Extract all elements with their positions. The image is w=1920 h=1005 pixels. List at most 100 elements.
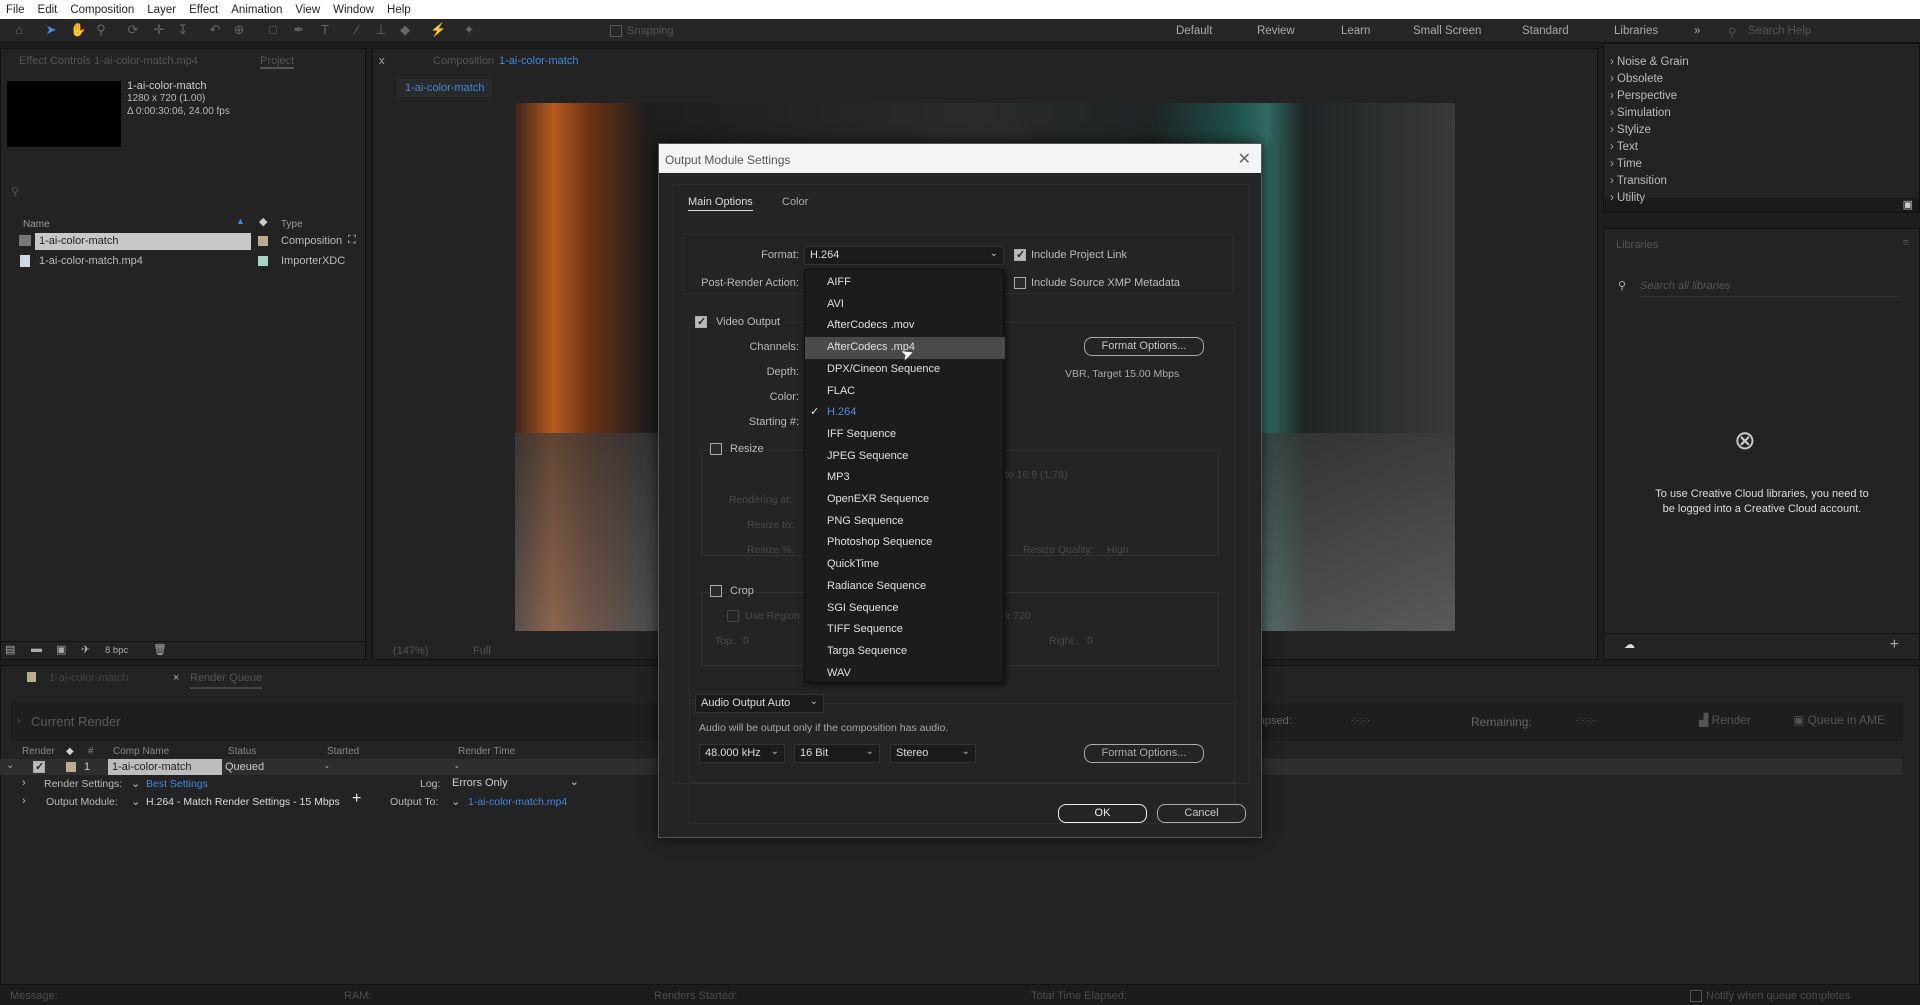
log-dropdown[interactable]: Errors Only ⌄ <box>448 775 583 791</box>
effect-category[interactable]: Text <box>1610 141 1638 153</box>
project-item-row[interactable]: 1-ai-color-match Composition ⛶ <box>17 233 361 250</box>
panel-menu-icon[interactable]: ≡ <box>1903 237 1909 249</box>
header-number[interactable]: # <box>88 746 94 757</box>
format-option[interactable]: JPEG Sequence <box>805 446 1005 468</box>
rectangle-tool-icon[interactable]: □ <box>266 23 280 37</box>
resolution-dropdown[interactable]: Full <box>473 645 491 657</box>
header-status[interactable]: Status <box>228 746 256 757</box>
include-project-link-checkbox[interactable] <box>1014 248 1026 261</box>
menu-layer[interactable]: Layer <box>147 4 176 16</box>
add-output-module-icon[interactable]: + <box>352 790 361 808</box>
menu-window[interactable]: Window <box>333 4 374 16</box>
collapse-chevron-icon[interactable]: ⌄ <box>6 760 14 771</box>
effect-category[interactable]: Utility <box>1610 192 1645 204</box>
tab-color[interactable]: Color <box>782 196 808 208</box>
puppet-tool-icon[interactable]: ✦ <box>462 23 476 37</box>
tab-main-options[interactable]: Main Options <box>688 196 753 211</box>
format-option[interactable]: AfterCodecs .mov <box>805 315 1005 337</box>
header-started[interactable]: Started <box>327 746 359 757</box>
resize-checkbox[interactable] <box>710 443 722 455</box>
format-option[interactable]: OpenEXR Sequence <box>805 489 1005 511</box>
anchor-tool-icon[interactable]: ⊕ <box>232 23 246 37</box>
cancel-button[interactable]: Cancel <box>1157 804 1246 823</box>
workspace-learn[interactable]: Learn <box>1341 25 1370 37</box>
use-region-checkbox[interactable] <box>727 610 739 622</box>
menu-composition[interactable]: Composition <box>70 4 134 16</box>
tab-project[interactable]: Project <box>260 55 295 69</box>
selection-tool-icon[interactable]: ➤ <box>44 23 58 37</box>
new-bin-icon[interactable]: ▣ <box>1903 198 1913 211</box>
format-option[interactable]: FLAC <box>805 381 1005 403</box>
trash-icon[interactable]: 🗑 <box>153 643 167 656</box>
format-option[interactable]: PNG Sequence <box>805 511 1005 533</box>
zoom-tool-icon[interactable]: ⚲ <box>94 23 108 37</box>
tab-effect-controls[interactable]: Effect Controls 1-ai-color-match.mp4 <box>19 55 198 67</box>
snapping-checkbox[interactable] <box>610 25 622 37</box>
hand-tool-icon[interactable]: ✋ <box>70 23 86 37</box>
more-workspaces-icon[interactable]: » <box>1694 25 1700 37</box>
label-color-swatch[interactable] <box>258 236 268 246</box>
effect-category[interactable]: Stylize <box>1610 124 1651 136</box>
pen-tool-icon[interactable]: ✒ <box>292 23 306 37</box>
composition-tab-prefix[interactable]: Composition <box>433 55 494 67</box>
effect-category[interactable]: Simulation <box>1610 107 1671 119</box>
audio-format-options-button[interactable]: Format Options... <box>1084 744 1204 763</box>
menu-animation[interactable]: Animation <box>231 4 282 16</box>
interpret-footage-icon[interactable]: ▤ <box>5 643 15 656</box>
expand-chevron-icon[interactable]: › <box>22 777 26 789</box>
menu-file[interactable]: File <box>6 4 25 16</box>
effect-category[interactable]: Perspective <box>1610 90 1677 102</box>
format-option[interactable]: ✓ H.264 <box>805 402 1005 424</box>
home-icon[interactable]: ⌂ <box>12 23 26 37</box>
library-search-input[interactable]: Search all libraries <box>1640 280 1900 297</box>
render-button[interactable]: ▟ Render <box>1699 713 1751 727</box>
format-option[interactable]: AIFF <box>805 272 1005 294</box>
column-type[interactable]: Type <box>281 219 303 230</box>
roto-brush-icon[interactable]: ⚡ <box>430 23 446 37</box>
sort-ascending-icon[interactable]: ▲ <box>236 216 245 226</box>
queue-in-ame-button[interactable]: ▣ Queue in AME <box>1793 713 1885 727</box>
comp-name[interactable]: 1-ai-color-match <box>127 80 206 92</box>
cloud-sync-icon[interactable]: ☁ <box>1624 638 1635 651</box>
workspace-default[interactable]: Default <box>1176 25 1212 37</box>
clone-stamp-icon[interactable]: ⊥ <box>374 23 388 37</box>
render-checkbox[interactable] <box>33 760 45 773</box>
add-library-icon[interactable]: + <box>1890 636 1899 654</box>
format-option[interactable]: MP3 <box>805 467 1005 489</box>
effect-category[interactable]: Transition <box>1610 175 1667 187</box>
effect-category[interactable]: Obsolete <box>1610 73 1663 85</box>
menu-edit[interactable]: Edit <box>38 4 58 16</box>
format-option[interactable]: AVI <box>805 294 1005 316</box>
format-option[interactable]: QuickTime <box>805 554 1005 576</box>
format-option[interactable]: TIFF Sequence <box>805 619 1005 641</box>
adobe-dynamic-link-icon[interactable]: ✈ <box>81 643 90 656</box>
ok-button[interactable]: OK <box>1058 804 1147 823</box>
render-settings-link[interactable]: Best Settings <box>146 778 208 790</box>
crop-checkbox[interactable] <box>710 585 722 597</box>
label-color-swatch[interactable] <box>66 762 76 772</box>
chevron-down-icon[interactable]: ⌄ <box>131 795 140 808</box>
notify-checkbox[interactable] <box>1690 990 1702 1002</box>
expand-chevron-icon[interactable]: › <box>22 795 26 807</box>
composition-tab-name[interactable]: 1-ai-color-match <box>499 55 578 67</box>
new-folder-icon[interactable]: ▬ <box>31 643 42 655</box>
eraser-tool-icon[interactable]: ◆ <box>398 23 412 37</box>
chevron-down-icon[interactable]: ⌄ <box>451 795 460 808</box>
workspace-standard[interactable]: Standard <box>1522 25 1569 37</box>
label-color-swatch[interactable] <box>258 256 268 266</box>
pan-tool-icon[interactable]: ✛ <box>152 23 166 37</box>
header-render-time[interactable]: Render Time <box>458 746 515 757</box>
type-tool-icon[interactable]: T <box>318 23 332 37</box>
format-option[interactable]: Radiance Sequence <box>805 576 1005 598</box>
include-xmp-checkbox[interactable] <box>1014 277 1026 289</box>
format-option[interactable]: IFF Sequence <box>805 424 1005 446</box>
workspace-libraries[interactable]: Libraries <box>1614 25 1658 37</box>
format-dropdown[interactable]: H.264 ⌄ <box>804 246 1004 265</box>
tab-render-queue[interactable]: Render Queue <box>190 672 263 689</box>
flowchart-icon[interactable]: ⛶ <box>348 234 356 247</box>
dolly-tool-icon[interactable]: ↧ <box>176 23 190 37</box>
bit-depth-button[interactable]: 8 bpc <box>105 645 128 656</box>
menu-view[interactable]: View <box>295 4 320 16</box>
crop-top-value[interactable]: 0 <box>743 635 749 647</box>
workspace-small-screen[interactable]: Small Screen <box>1413 25 1481 37</box>
